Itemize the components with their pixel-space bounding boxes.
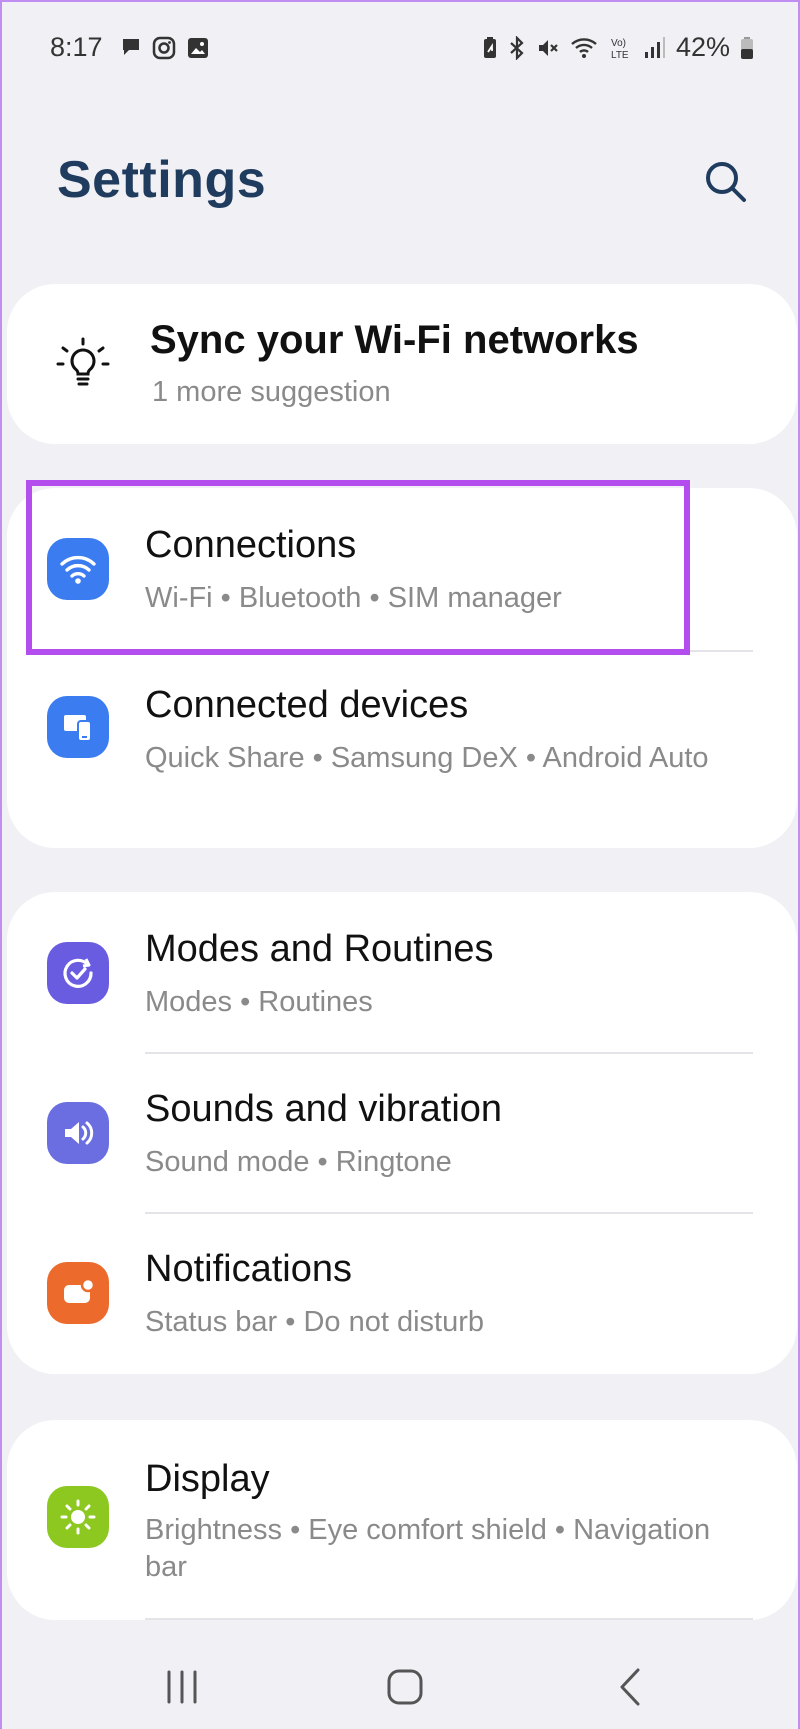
svg-text:LTE: LTE [611, 50, 629, 61]
settings-item-subtitle: Status bar • Do not disturb [145, 1306, 484, 1338]
back-icon [620, 1668, 640, 1706]
lightbulb-icon [56, 337, 110, 386]
settings-item-sounds-vibration[interactable]: Sounds and vibration Sound mode • Ringto… [7, 1054, 797, 1212]
settings-item-subtitle: Quick Share • Samsung DeX • Android Auto [145, 742, 709, 774]
battery-percentage: 42% [675, 32, 730, 62]
volte-icon: Vo)LTE [611, 38, 629, 61]
suggestion-title: Sync your Wi-Fi networks [150, 318, 639, 362]
modes-group: Modes and Routines Modes • Routines Soun… [7, 892, 797, 1374]
svg-text:Vo): Vo) [611, 38, 626, 49]
settings-item-title: Modes and Routines [145, 928, 494, 970]
suggestion-card[interactable]: Sync your Wi-Fi networks 1 more suggesti… [7, 284, 797, 444]
status-time: 8:17 [50, 32, 103, 62]
wifi-icon [571, 37, 597, 58]
settings-item-subtitle: Sound mode • Ringtone [145, 1146, 452, 1178]
bluetooth-icon [510, 35, 524, 60]
suggestion-subtitle: 1 more suggestion [152, 376, 391, 408]
recents-icon [167, 1670, 197, 1704]
settings-item-display[interactable]: Display Brightness • Eye comfort shield … [7, 1420, 797, 1610]
settings-item-notifications[interactable]: Notifications Status bar • Do not distur… [7, 1214, 797, 1374]
divider [145, 1618, 753, 1620]
brightness-icon [47, 1486, 109, 1548]
settings-item-subtitle: Modes • Routines [145, 986, 373, 1018]
chat-icon [123, 39, 139, 55]
connections-highlight-box [26, 480, 690, 655]
settings-item-subtitle: Brightness • Eye comfort shield • Naviga… [145, 1514, 711, 1583]
navigation-bar [2, 1632, 798, 1729]
volume-icon [47, 1102, 109, 1164]
settings-item-title: Display [145, 1458, 270, 1500]
instagram-icon [152, 36, 176, 60]
home-button[interactable] [380, 1662, 430, 1712]
notification-icon [47, 1262, 109, 1324]
home-icon [387, 1669, 423, 1705]
status-bar: 8:17 Vo) LTE 42% [2, 2, 798, 98]
settings-item-connected-devices[interactable]: Connected devices Quick Share • Samsung … [7, 652, 797, 848]
search-button[interactable] [702, 158, 750, 206]
settings-item-modes-routines[interactable]: Modes and Routines Modes • Routines [7, 892, 797, 1052]
recents-button[interactable] [157, 1662, 207, 1712]
search-icon [706, 162, 746, 202]
gallery-icon [188, 38, 208, 58]
status-right: Vo) LTE 42% [482, 32, 754, 63]
devices-icon [47, 696, 109, 758]
routines-icon [47, 942, 109, 1004]
back-button[interactable] [606, 1662, 656, 1712]
settings-item-title: Connected devices [145, 684, 469, 726]
settings-item-title: Notifications [145, 1248, 352, 1290]
signal-icon [644, 36, 665, 58]
settings-item-title: Sounds and vibration [145, 1088, 503, 1130]
battery-icon [741, 36, 753, 59]
status-left-icons [120, 36, 210, 60]
page-title: Settings [57, 151, 267, 209]
display-group: Display Brightness • Eye comfort shield … [7, 1420, 797, 1620]
mute-icon [538, 39, 558, 56]
battery-saver-icon [483, 36, 496, 58]
